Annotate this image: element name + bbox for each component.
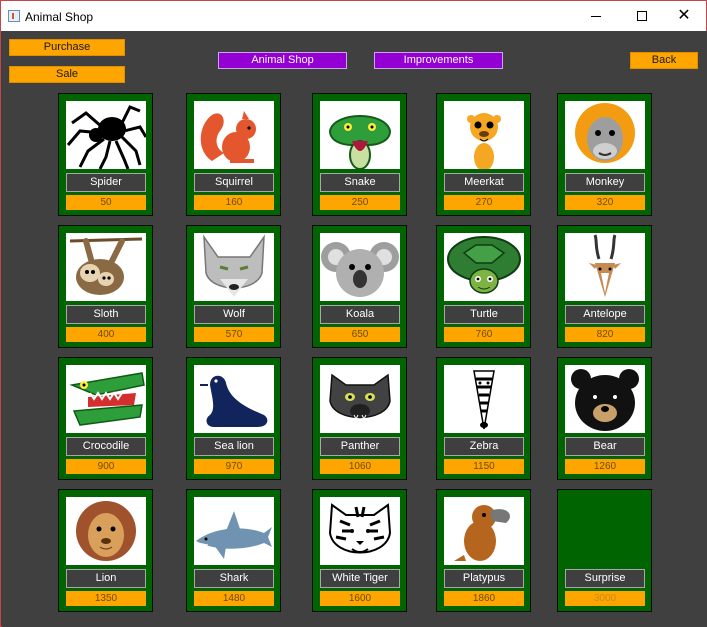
animal-card-platypus[interactable]: Platypus 1860 (436, 489, 531, 612)
animal-price: 1480 (194, 591, 274, 606)
white-tiger-icon (320, 497, 400, 565)
animal-price: 1860 (444, 591, 524, 606)
crocodile-icon (66, 365, 146, 433)
shop-panel: Purchase Sale Animal Shop Improvements B… (2, 31, 707, 627)
animal-price: 1260 (565, 459, 645, 474)
sea-lion-icon (194, 365, 274, 433)
animal-name-button[interactable]: Surprise (565, 569, 645, 588)
sale-button[interactable]: Sale (9, 66, 125, 83)
zebra-icon (444, 365, 524, 433)
animal-name-button[interactable]: Antelope (565, 305, 645, 324)
animal-name-button[interactable]: Lion (66, 569, 146, 588)
platypus-icon (444, 497, 524, 565)
improvements-button[interactable]: Improvements (374, 52, 503, 69)
animal-price: 3000 (565, 591, 645, 606)
spider-icon (66, 101, 146, 169)
animal-name-button[interactable]: Snake (320, 173, 400, 192)
animal-card-koala[interactable]: Koala 650 (312, 225, 407, 348)
wolf-icon (194, 233, 274, 301)
animal-name-button[interactable]: Shark (194, 569, 274, 588)
animal-card-white-tiger[interactable]: White Tiger 1600 (312, 489, 407, 612)
monkey-icon (565, 101, 645, 169)
animal-card-meerkat[interactable]: Meerkat 270 (436, 93, 531, 216)
maximize-icon (637, 11, 647, 22)
meerkat-icon (444, 101, 524, 169)
minimize-button[interactable] (573, 1, 619, 31)
snake-icon (320, 101, 400, 169)
animal-price: 820 (565, 327, 645, 342)
animal-card-surprise[interactable]: Surprise 3000 (557, 489, 652, 612)
lion-icon (66, 497, 146, 565)
animal-price: 160 (194, 195, 274, 210)
animal-card-zebra[interactable]: Zebra 1150 (436, 357, 531, 480)
animal-price: 1060 (320, 459, 400, 474)
close-button[interactable]: ✕ (661, 1, 707, 31)
animal-price: 270 (444, 195, 524, 210)
animal-price: 970 (194, 459, 274, 474)
minimize-icon (591, 15, 601, 17)
back-button[interactable]: Back (630, 52, 698, 69)
animal-card-lion[interactable]: Lion 1350 (58, 489, 153, 612)
animal-card-sea-lion[interactable]: Sea lion 970 (186, 357, 281, 480)
animal-card-wolf[interactable]: Wolf 570 (186, 225, 281, 348)
sloth-icon (66, 233, 146, 301)
animal-name-button[interactable]: Turtle (444, 305, 524, 324)
animal-name-button[interactable]: Meerkat (444, 173, 524, 192)
animal-card-squirrel[interactable]: Squirrel 160 (186, 93, 281, 216)
animal-price: 400 (66, 327, 146, 342)
animal-card-bear[interactable]: Bear 1260 (557, 357, 652, 480)
animal-name-button[interactable]: Panther (320, 437, 400, 456)
animal-shop-button[interactable]: Animal Shop (218, 52, 347, 69)
animal-price: 250 (320, 195, 400, 210)
animal-price: 650 (320, 327, 400, 342)
animal-card-snake[interactable]: Snake 250 (312, 93, 407, 216)
app-window: Animal Shop ✕ Purchase Sale Animal Shop … (0, 0, 707, 627)
animal-price: 900 (66, 459, 146, 474)
animal-name-button[interactable]: Koala (320, 305, 400, 324)
animal-card-spider[interactable]: Spider 50 (58, 93, 153, 216)
animal-price: 760 (444, 327, 524, 342)
animal-price: 1600 (320, 591, 400, 606)
animal-card-shark[interactable]: Shark 1480 (186, 489, 281, 612)
purchase-button[interactable]: Purchase (9, 39, 125, 56)
animal-name-button[interactable]: Platypus (444, 569, 524, 588)
animal-price: 1150 (444, 459, 524, 474)
animal-name-button[interactable]: Crocodile (66, 437, 146, 456)
window-title: Animal Shop (25, 10, 94, 24)
java-app-icon (8, 10, 20, 22)
antelope-icon (565, 233, 645, 301)
animal-card-turtle[interactable]: Turtle 760 (436, 225, 531, 348)
title-bar: Animal Shop ✕ (1, 1, 706, 31)
koala-icon (320, 233, 400, 301)
animal-card-antelope[interactable]: Antelope 820 (557, 225, 652, 348)
animal-price: 50 (66, 195, 146, 210)
animal-name-button[interactable]: Bear (565, 437, 645, 456)
panther-icon (320, 365, 400, 433)
maximize-button[interactable] (619, 1, 665, 31)
animal-price: 570 (194, 327, 274, 342)
animal-price: 1350 (66, 591, 146, 606)
animal-card-panther[interactable]: Panther 1060 (312, 357, 407, 480)
shark-icon (194, 497, 274, 565)
bear-icon (565, 365, 645, 433)
animal-name-button[interactable]: White Tiger (320, 569, 400, 588)
animal-name-button[interactable]: Spider (66, 173, 146, 192)
squirrel-icon (194, 101, 274, 169)
animal-name-button[interactable]: Monkey (565, 173, 645, 192)
animal-card-crocodile[interactable]: Crocodile 900 (58, 357, 153, 480)
animal-name-button[interactable]: Sloth (66, 305, 146, 324)
animal-name-button[interactable]: Sea lion (194, 437, 274, 456)
animal-card-sloth[interactable]: Sloth 400 (58, 225, 153, 348)
animal-name-button[interactable]: Squirrel (194, 173, 274, 192)
animal-name-button[interactable]: Zebra (444, 437, 524, 456)
close-icon: ✕ (677, 7, 691, 24)
turtle-icon (444, 233, 524, 301)
animal-card-monkey[interactable]: Monkey 320 (557, 93, 652, 216)
animal-price: 320 (565, 195, 645, 210)
animal-name-button[interactable]: Wolf (194, 305, 274, 324)
